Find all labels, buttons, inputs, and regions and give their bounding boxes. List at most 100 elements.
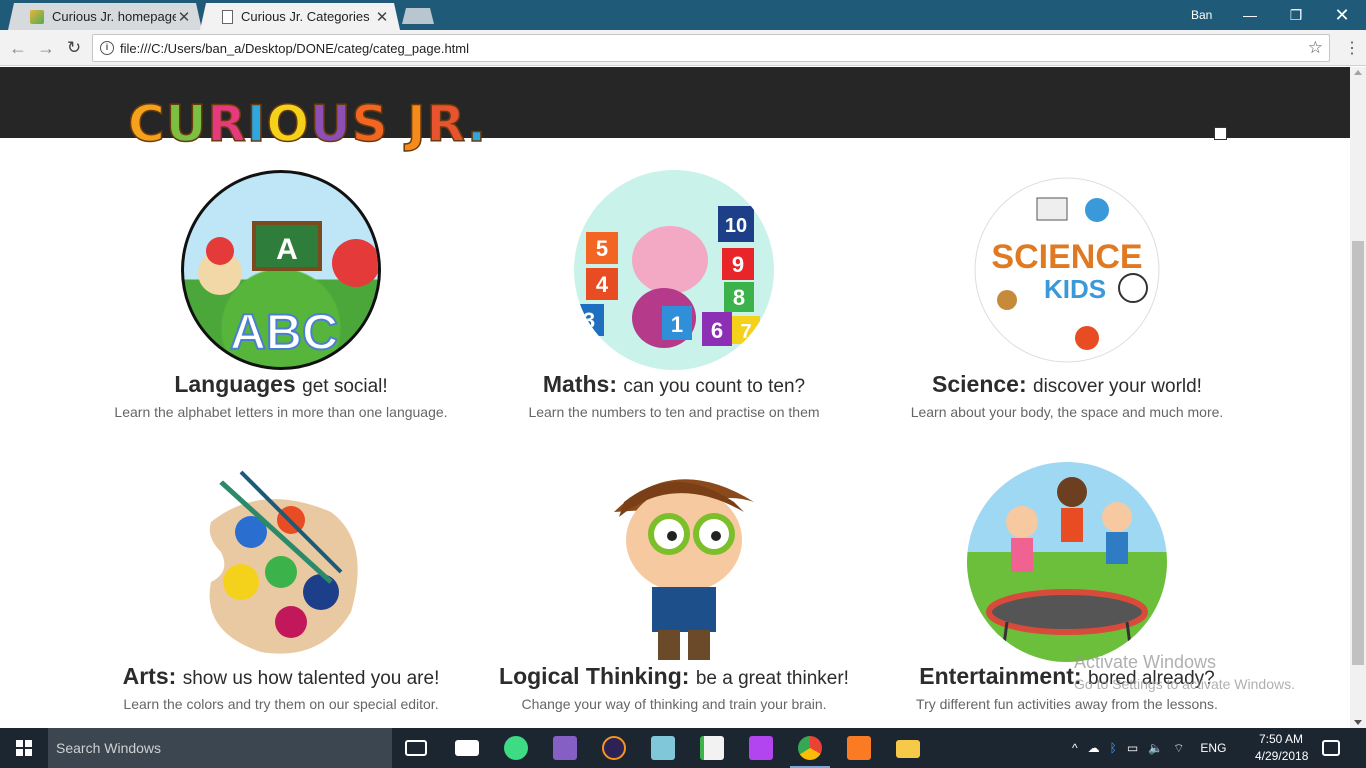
tab-homepage[interactable]: Curious Jr. homepage ✕	[8, 3, 202, 30]
paint-palette-icon[interactable]	[181, 462, 381, 662]
svg-text:A: A	[276, 233, 298, 266]
browser-titlebar: Curious Jr. homepage ✕ Curious Jr. Categ…	[0, 0, 1366, 30]
svg-text:4: 4	[596, 272, 609, 297]
category-title: Maths:	[542, 371, 618, 397]
category-description: Learn the numbers to ten and practise on…	[528, 404, 820, 420]
scroll-up-arrow-icon[interactable]	[1354, 70, 1362, 75]
category-tagline: discover your world!	[1033, 376, 1202, 397]
browser-menu-icon[interactable]: ⋮	[1343, 38, 1361, 58]
tab-categories[interactable]: Curious Jr. Categories ✕	[200, 3, 400, 30]
category-tagline: get social!	[302, 376, 388, 397]
category-description: Learn about your body, the space and muc…	[910, 404, 1224, 420]
trampoline-kids-icon[interactable]	[967, 462, 1167, 662]
new-tab-button[interactable]	[402, 8, 434, 24]
back-arrow-icon[interactable]: ←	[6, 36, 30, 60]
start-button[interactable]	[0, 728, 48, 768]
svg-text:SCIENCE: SCIENCE	[991, 238, 1142, 276]
eclipse-icon[interactable]	[602, 736, 626, 760]
category-description: Try different fun activities away from t…	[916, 696, 1218, 712]
tab-close-icon[interactable]: ✕	[176, 8, 192, 26]
category-tagline: show us how talented you are!	[182, 668, 440, 689]
category-heading[interactable]: Maths: can you count to ten?	[464, 371, 884, 398]
spreadsheet-icon[interactable]	[700, 736, 724, 760]
watermark-title: Activate Windows	[1074, 652, 1217, 672]
abc-clowns-icon[interactable]: A ABC	[181, 170, 381, 370]
address-bar[interactable]: i file:///C:/Users/ban_a/Desktop/DONE/ca…	[92, 34, 1330, 62]
activate-windows-watermark: Activate Windows Go to Settings to activ…	[1074, 652, 1295, 692]
category-description: Learn the alphabet letters in more than …	[114, 404, 448, 420]
windows-logo-icon	[16, 740, 32, 756]
category-title: Arts:	[122, 663, 177, 689]
svg-text:3: 3	[583, 308, 595, 333]
system-tray: ^ ☁ ᛒ ▭ 🔈 ⌔ ENG	[1072, 728, 1226, 768]
battery-icon[interactable]: ▭	[1127, 741, 1138, 755]
taskbar-search-box[interactable]: Search Windows	[48, 728, 392, 768]
page-viewport: CURIOUS JR. A ABC Languages get social! …	[0, 67, 1350, 728]
category-heading[interactable]: Languages get social!	[71, 371, 491, 398]
url-text[interactable]: file:///C:/Users/ban_a/Desktop/DONE/cate…	[120, 41, 469, 56]
tab-title: Curious Jr. Categories	[241, 9, 370, 24]
scrollbar-thumb[interactable]	[1352, 241, 1364, 665]
task-view-icon[interactable]	[405, 740, 427, 756]
watermark-subtitle: Go to Settings to activate Windows.	[1074, 676, 1295, 692]
wifi-icon[interactable]: ⌔	[1173, 741, 1184, 756]
document-icon	[222, 9, 233, 24]
bluetooth-icon[interactable]: ᛒ	[1110, 741, 1117, 755]
elephant-numbers-icon[interactable]: 5 4 3 10 9 8 7 6 1	[574, 170, 774, 370]
reload-icon[interactable]: ↻	[62, 36, 86, 60]
category-title: Science:	[932, 371, 1027, 397]
xampp-icon[interactable]	[847, 736, 871, 760]
android-studio-icon[interactable]	[504, 736, 528, 760]
notifications-icon[interactable]	[1322, 740, 1340, 756]
mail-icon[interactable]	[455, 740, 479, 756]
cloud-sync-icon[interactable]: ☁	[1088, 741, 1100, 755]
maximize-button[interactable]: ❐	[1273, 0, 1319, 30]
svg-text:9: 9	[732, 252, 744, 277]
chrome-icon[interactable]	[798, 736, 822, 760]
phpstorm-icon[interactable]	[749, 736, 773, 760]
category-description: Learn the colors and try them on our spe…	[123, 696, 439, 712]
site-logo[interactable]: CURIOUS JR.	[127, 94, 487, 154]
vertical-scrollbar[interactable]	[1350, 67, 1366, 728]
category-title: Entertainment:	[919, 663, 1082, 689]
svg-text:10: 10	[725, 215, 747, 237]
svg-text:5: 5	[596, 236, 608, 261]
svg-text:KIDS: KIDS	[1044, 274, 1106, 304]
category-tagline: be a great thinker!	[695, 668, 849, 689]
browser-toolbar: ← → ↻ i file:///C:/Users/ban_a/Desktop/D…	[0, 30, 1366, 66]
science-kids-icon[interactable]: SCIENCE KIDS	[967, 170, 1167, 370]
close-window-button[interactable]: ✕	[1319, 0, 1365, 30]
nav-toggle-button[interactable]	[1214, 127, 1227, 140]
clock-time: 7:50 AM	[1258, 732, 1304, 746]
volume-icon[interactable]: 🔈	[1148, 741, 1163, 755]
tab-title: Curious Jr. homepage	[52, 9, 176, 24]
category-description: Change your way of thinking and train yo…	[521, 696, 827, 712]
svg-text:6: 6	[711, 318, 723, 343]
visual-studio-icon[interactable]	[553, 736, 577, 760]
category-heading[interactable]: Arts: show us how talented you are!	[71, 663, 491, 690]
tab-close-icon[interactable]: ✕	[374, 8, 390, 26]
svg-text:ABC: ABC	[230, 304, 338, 360]
svg-text:8: 8	[733, 285, 745, 310]
forward-arrow-icon[interactable]: →	[34, 36, 58, 60]
language-indicator[interactable]: ENG	[1200, 741, 1226, 755]
show-hidden-icons-icon[interactable]: ^	[1072, 741, 1078, 755]
bookmark-star-icon[interactable]: ☆	[1308, 38, 1323, 58]
info-icon[interactable]: i	[100, 41, 114, 55]
scroll-down-arrow-icon[interactable]	[1354, 720, 1362, 725]
category-heading[interactable]: Logical Thinking: be a great thinker!	[464, 663, 884, 690]
clock-date: 4/29/2018	[1255, 749, 1309, 763]
category-title: Logical Thinking:	[499, 663, 690, 689]
category-title: Languages	[174, 371, 296, 397]
svg-text:1: 1	[671, 312, 683, 337]
file-explorer-icon[interactable]	[896, 740, 920, 758]
profile-name[interactable]: Ban	[1191, 8, 1212, 22]
notes-app-icon[interactable]	[651, 736, 675, 760]
svg-text:7: 7	[740, 321, 751, 343]
category-heading[interactable]: Science: discover your world!	[857, 371, 1277, 398]
system-clock[interactable]: 7:50 AM 4/29/2018	[1255, 731, 1309, 765]
windows-taskbar: Search Windows ^ ☁ ᛒ ▭ 🔈 ⌔ ENG 7:50 AM 4…	[0, 728, 1366, 768]
minimize-button[interactable]: —	[1227, 0, 1273, 30]
page-favicon-icon	[30, 9, 44, 24]
thinking-boy-icon[interactable]	[574, 462, 774, 662]
